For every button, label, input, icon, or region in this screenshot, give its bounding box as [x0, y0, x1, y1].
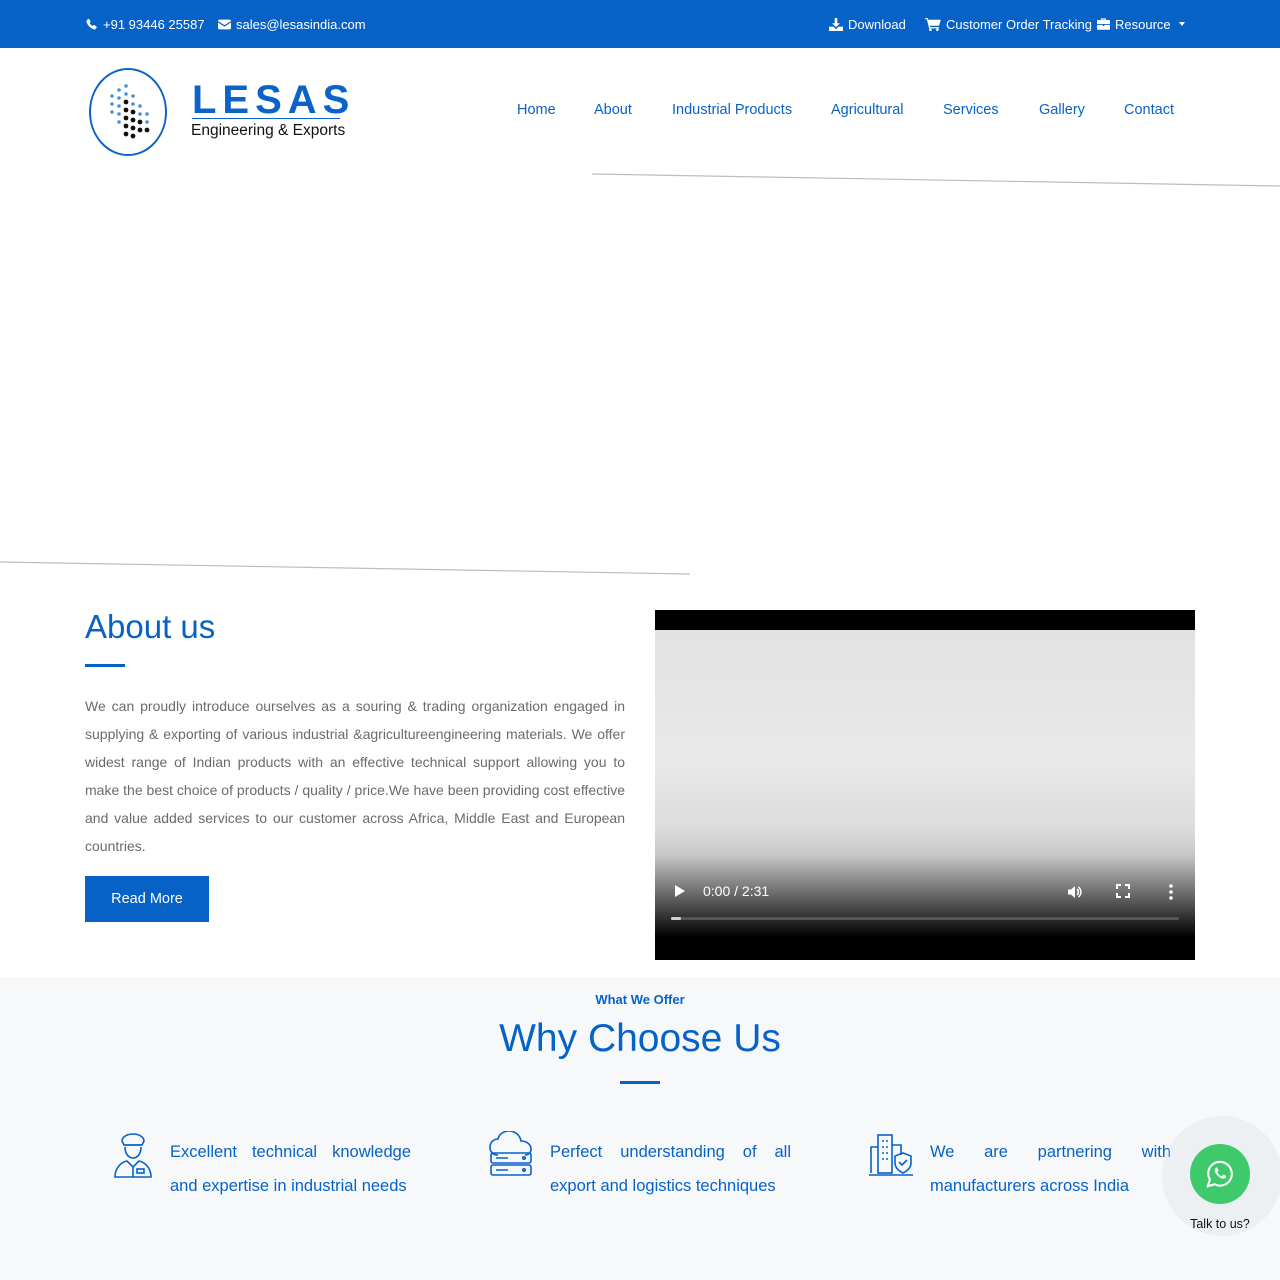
download-label: Download — [848, 16, 906, 32]
envelope-icon — [218, 19, 231, 29]
briefcase-icon — [1097, 18, 1110, 30]
brand-name: LESAS — [192, 78, 356, 122]
logo-dot — [145, 120, 149, 124]
volume-icon[interactable] — [1067, 884, 1083, 900]
about-title: About us — [85, 608, 216, 645]
order-tracking-label: Customer Order Tracking — [946, 16, 1092, 32]
why-choose-us-section: What We Offer Why Choose Us Excellent te… — [0, 977, 1280, 1280]
about-divider — [85, 664, 125, 667]
resource-label: Resource — [1115, 16, 1171, 32]
nav-contact[interactable]: Contact — [1124, 100, 1174, 120]
logo-dot — [131, 94, 135, 98]
logo-dot — [137, 119, 143, 125]
whatsapp-icon — [1206, 1160, 1233, 1188]
email-link[interactable]: sales@lesasindia.com — [218, 0, 366, 48]
logo-dot — [124, 84, 128, 88]
logo-dot — [117, 96, 121, 100]
about-body: We can proudly introduce ourselves as a … — [85, 698, 625, 854]
hero-banner — [0, 173, 1280, 575]
section-divider — [620, 1081, 660, 1084]
logo-dot — [138, 112, 142, 116]
logo-dot — [130, 125, 136, 131]
feature-text-partners: We are partnering with manufacturers acr… — [930, 1143, 1171, 1195]
logo-dot — [117, 104, 121, 108]
logo-dot — [137, 127, 143, 133]
logo-dot — [123, 99, 129, 105]
logo-dot — [130, 133, 136, 139]
logo-dot — [124, 92, 128, 96]
read-more-button[interactable]: Read More — [85, 876, 209, 922]
building-shield-icon — [869, 1134, 913, 1176]
logo-dot — [117, 88, 121, 92]
cart-icon — [925, 17, 941, 31]
logo-dot — [130, 117, 136, 123]
whatsapp-button[interactable] — [1190, 1144, 1250, 1204]
logo-dot — [123, 131, 129, 137]
top-bar: +91 93446 25587 sales@lesasindia.com Dow… — [0, 0, 1280, 48]
officer-icon — [114, 1133, 152, 1178]
whatsapp-label: Talk to us? — [1190, 1217, 1250, 1231]
logo-dot — [123, 123, 129, 129]
video-frame — [655, 630, 1195, 960]
logo-dot — [145, 112, 149, 116]
video-time: 0:00 / 2:31 — [703, 883, 770, 899]
brand-rule — [192, 118, 340, 119]
nav-agricultural[interactable]: Agricultural — [831, 100, 904, 120]
nav-about[interactable]: About — [594, 100, 632, 120]
logo-dot — [117, 120, 121, 124]
download-icon — [829, 17, 843, 31]
phone-link[interactable]: +91 93446 25587 — [85, 0, 205, 48]
play-icon[interactable] — [675, 885, 685, 897]
nav-services[interactable]: Services — [943, 100, 999, 120]
chevron-down-icon — [1178, 22, 1185, 26]
resource-dropdown[interactable]: Resource — [1097, 0, 1185, 48]
logo-dot — [110, 102, 114, 106]
brand-logo[interactable]: LESAS Engineering & Exports — [88, 66, 349, 160]
nav-gallery[interactable]: Gallery — [1039, 100, 1085, 120]
logo-dot — [110, 110, 114, 114]
feature-text-technical: Excellent technical knowledge and expert… — [170, 1143, 411, 1195]
feature-text-logistics: Perfect understanding of all export and … — [550, 1143, 791, 1195]
video-progress-fill — [671, 917, 682, 920]
video-controls: 0:00 / 2:31 — [655, 880, 1195, 906]
video-progress[interactable] — [671, 917, 1179, 920]
nav-home[interactable]: Home — [517, 100, 556, 120]
logo-dot — [131, 102, 135, 106]
logo-dot — [130, 109, 136, 115]
logo-emblem-icon — [89, 68, 167, 156]
cloud-server-icon — [489, 1131, 532, 1176]
order-tracking-link[interactable]: Customer Order Tracking — [925, 0, 1092, 48]
download-link[interactable]: Download — [829, 0, 906, 48]
logo-dot — [138, 104, 142, 108]
section-title: Why Choose Us — [499, 1017, 781, 1060]
logo-dot — [144, 127, 150, 133]
logo-dot — [123, 107, 129, 113]
video-player[interactable]: 0:00 / 2:31 — [655, 610, 1195, 960]
phone-icon — [86, 18, 97, 29]
section-eyebrow: What We Offer — [595, 992, 685, 1007]
logo-dot — [117, 112, 121, 116]
fullscreen-icon[interactable] — [1116, 884, 1130, 898]
logo-dot — [123, 115, 129, 121]
phone-number: +91 93446 25587 — [103, 16, 205, 32]
email-address: sales@lesasindia.com — [236, 16, 366, 32]
nav-industrial-products[interactable]: Industrial Products — [672, 100, 792, 120]
logo-dot — [110, 94, 114, 98]
more-options-icon[interactable] — [1169, 884, 1173, 900]
brand-tagline: Engineering & Exports — [191, 122, 346, 139]
